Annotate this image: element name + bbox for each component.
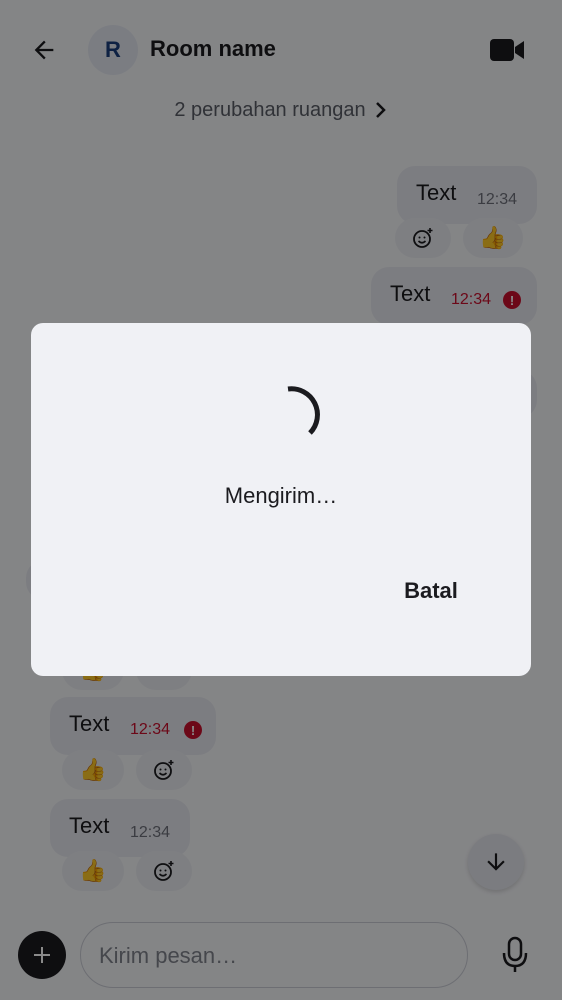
dialog-message: Mengirim… xyxy=(224,483,338,508)
loading-spinner-icon xyxy=(287,386,320,435)
cancel-button[interactable]: Batal xyxy=(371,569,491,613)
sending-dialog: Mengirim… Batal xyxy=(31,323,531,676)
